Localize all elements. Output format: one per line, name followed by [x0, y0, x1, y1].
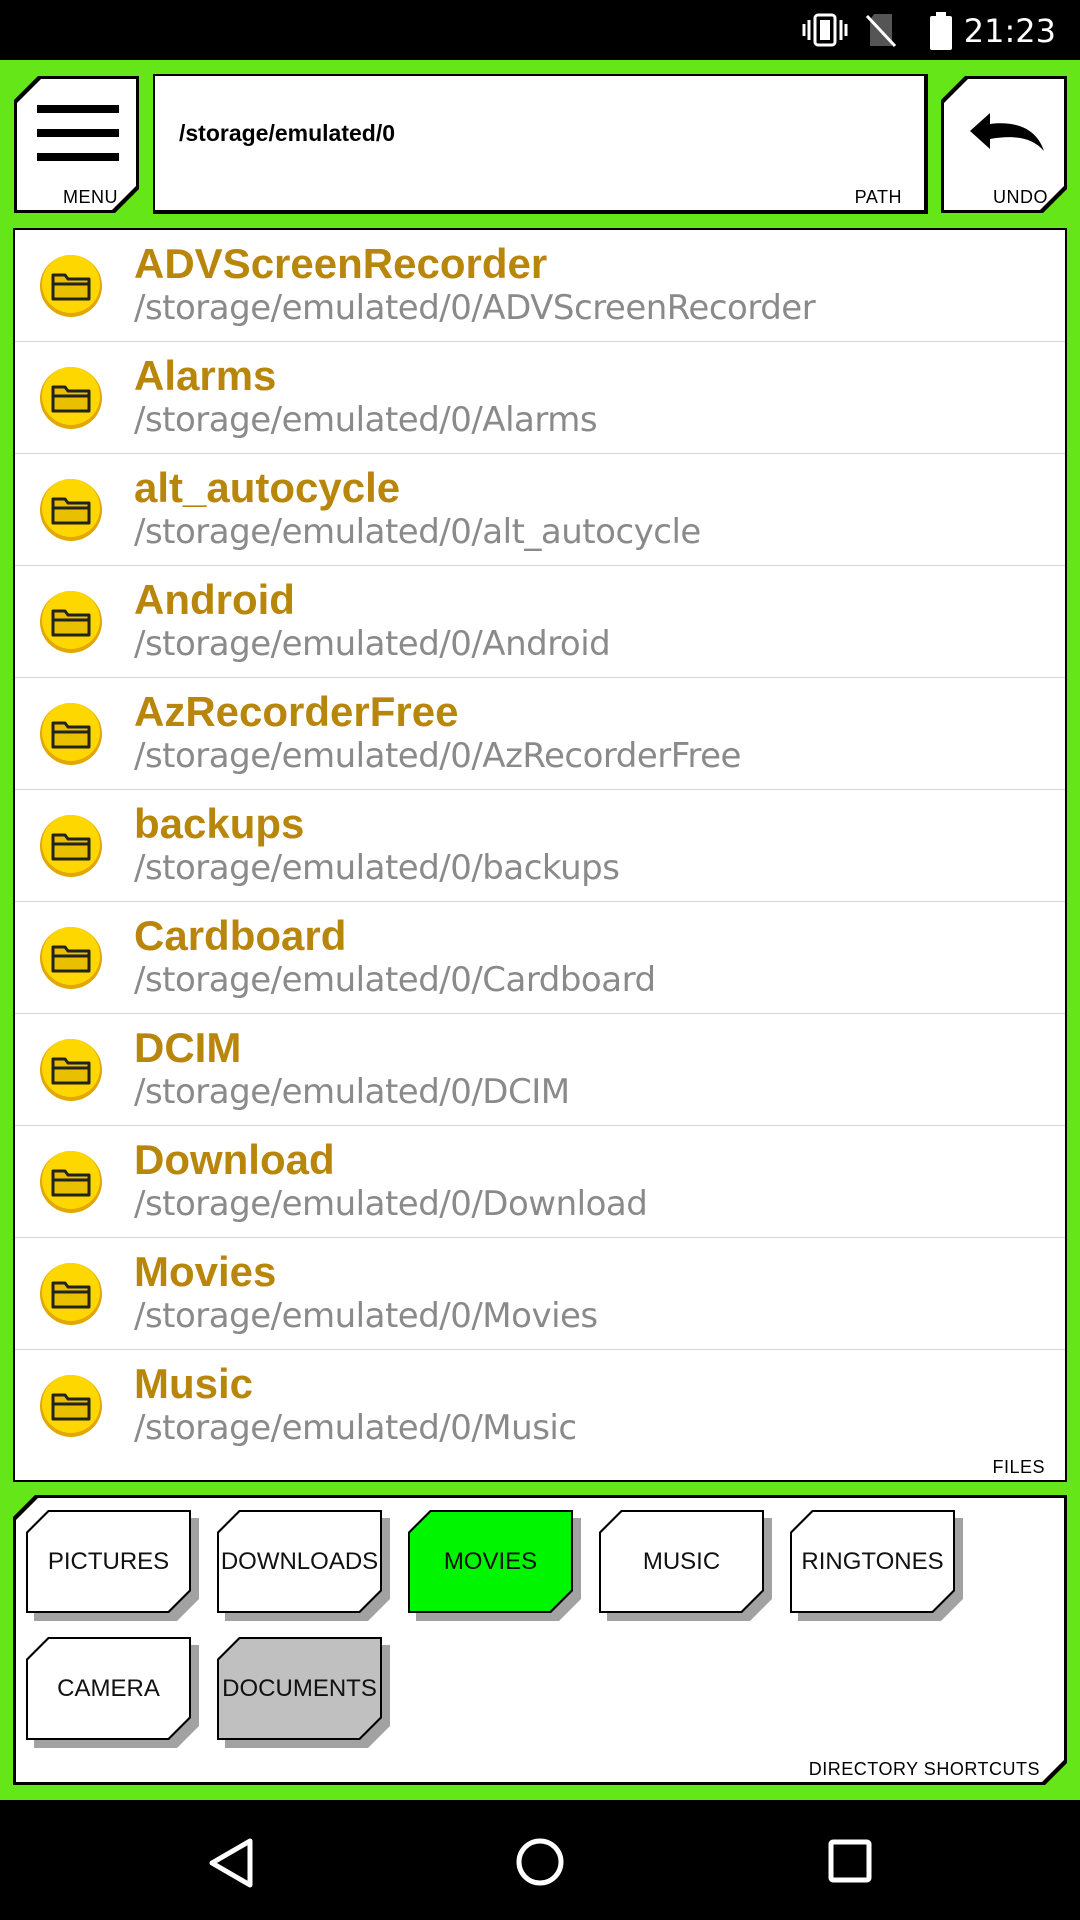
- vibrate-icon: [802, 13, 848, 47]
- folder-icon: [40, 1375, 102, 1437]
- file-row[interactable]: Download/storage/emulated/0/Download: [15, 1126, 1065, 1238]
- folder-name: DCIM: [134, 1024, 242, 1071]
- folder-name: AzRecorderFree: [134, 688, 459, 735]
- folder-name: ADVScreenRecorder: [134, 240, 548, 287]
- file-row[interactable]: Music/storage/emulated/0/Music: [15, 1350, 1065, 1462]
- shortcut-button-movies[interactable]: MOVIES: [408, 1510, 573, 1613]
- files-label: FILES: [992, 1457, 1045, 1477]
- folder-name: backups: [134, 800, 305, 847]
- button-face: PICTURES: [26, 1510, 191, 1613]
- folder-path: /storage/emulated/0/Alarms: [134, 400, 598, 440]
- folder-icon: [40, 591, 102, 653]
- folder-path: /storage/emulated/0/Android: [134, 624, 611, 664]
- path-value: /storage/emulated/0: [179, 120, 396, 146]
- folder-name: Android: [134, 576, 295, 623]
- menu-label: MENU: [63, 187, 118, 207]
- file-row[interactable]: AzRecorderFree/storage/emulated/0/AzReco…: [15, 678, 1065, 790]
- path-box[interactable]: /storage/emulated/0 PATH: [153, 74, 928, 214]
- undo-label: UNDO: [993, 187, 1048, 207]
- clock: 21:23: [963, 12, 1056, 50]
- folder-name: alt_autocycle: [134, 464, 401, 511]
- folder-path: /storage/emulated/0/backups: [134, 848, 620, 888]
- home-icon[interactable]: [515, 1837, 565, 1887]
- file-row[interactable]: alt_autocycle/storage/emulated/0/alt_aut…: [15, 454, 1065, 566]
- shortcut-label: MOVIES: [410, 1512, 571, 1611]
- folder-path: /storage/emulated/0/Download: [134, 1184, 648, 1224]
- shortcut-label: CAMERA: [28, 1639, 189, 1738]
- button-face: MOVIES: [408, 1510, 573, 1613]
- shortcut-button-downloads[interactable]: DOWNLOADS: [217, 1510, 382, 1613]
- shortcut-button-pictures[interactable]: PICTURES: [26, 1510, 191, 1613]
- button-face: MUSIC: [599, 1510, 764, 1613]
- file-row[interactable]: DCIM/storage/emulated/0/DCIM: [15, 1014, 1065, 1126]
- button-face: CAMERA: [26, 1637, 191, 1740]
- folder-path: /storage/emulated/0/ADVScreenRecorder: [134, 288, 816, 328]
- folder-name: Alarms: [134, 352, 277, 399]
- recents-icon[interactable]: [828, 1839, 872, 1883]
- shortcut-label: MUSIC: [601, 1512, 762, 1611]
- no-sim-icon: [866, 14, 896, 48]
- file-row[interactable]: Cardboard/storage/emulated/0/Cardboard: [15, 902, 1065, 1014]
- path-label: PATH: [854, 187, 902, 207]
- directory-shortcuts-panel: DIRECTORY SHORTCUTS PICTURES DOWNLOADS MOV…: [13, 1495, 1067, 1785]
- folder-path: /storage/emulated/0/Movies: [134, 1296, 598, 1336]
- file-row[interactable]: backups/storage/emulated/0/backups: [15, 790, 1065, 902]
- folder-icon: [40, 1263, 102, 1325]
- folder-path: /storage/emulated/0/alt_autocycle: [134, 512, 701, 552]
- button-face: DOWNLOADS: [217, 1510, 382, 1613]
- file-row[interactable]: Movies/storage/emulated/0/Movies: [15, 1238, 1065, 1350]
- shortcut-label: DOCUMENTS: [219, 1639, 380, 1738]
- folder-icon: [40, 1151, 102, 1213]
- back-icon[interactable]: [208, 1838, 254, 1888]
- folder-icon: [40, 815, 102, 877]
- folder-path: /storage/emulated/0/Cardboard: [134, 960, 656, 1000]
- navigation-bar: [0, 1800, 1080, 1920]
- folder-icon: [40, 1039, 102, 1101]
- shortcut-label: RINGTONES: [792, 1512, 953, 1611]
- shortcut-label: DOWNLOADS: [219, 1512, 380, 1611]
- folder-icon: [40, 367, 102, 429]
- file-list[interactable]: ADVScreenRecorder/storage/emulated/0/ADV…: [15, 230, 1065, 1458]
- folder-name: Download: [134, 1136, 335, 1183]
- shortcut-button-documents[interactable]: DOCUMENTS: [217, 1637, 382, 1740]
- button-face: DOCUMENTS: [217, 1637, 382, 1740]
- folder-name: Music: [134, 1360, 254, 1407]
- button-face: RINGTONES: [790, 1510, 955, 1613]
- folder-icon: [40, 479, 102, 541]
- folder-name: Cardboard: [134, 912, 347, 959]
- file-row[interactable]: Android/storage/emulated/0/Android: [15, 566, 1065, 678]
- shortcut-button-camera[interactable]: CAMERA: [26, 1637, 191, 1740]
- battery-icon: [930, 12, 952, 50]
- folder-name: Movies: [134, 1248, 277, 1295]
- shortcut-button-music[interactable]: MUSIC: [599, 1510, 764, 1613]
- folder-icon: [40, 703, 102, 765]
- file-row[interactable]: ADVScreenRecorder/storage/emulated/0/ADV…: [15, 230, 1065, 342]
- shortcut-button-ringtones[interactable]: RINGTONES: [790, 1510, 955, 1613]
- undo-button[interactable]: UNDO: [941, 76, 1067, 213]
- undo-icon: [964, 109, 1048, 157]
- file-row[interactable]: Alarms/storage/emulated/0/Alarms: [15, 342, 1065, 454]
- directory-shortcuts-label: DIRECTORY SHORTCUTS: [808, 1759, 1040, 1779]
- shortcut-label: PICTURES: [28, 1512, 189, 1611]
- folder-path: /storage/emulated/0/AzRecorderFree: [134, 736, 741, 776]
- files-panel: ADVScreenRecorder/storage/emulated/0/ADV…: [13, 228, 1067, 1482]
- folder-icon: [40, 927, 102, 989]
- folder-path: /storage/emulated/0/Music: [134, 1408, 577, 1448]
- status-bar: 21:23: [0, 0, 1080, 60]
- menu-button[interactable]: MENU: [14, 76, 139, 213]
- folder-icon: [40, 255, 102, 317]
- hamburger-icon: [37, 105, 119, 161]
- folder-path: /storage/emulated/0/DCIM: [134, 1072, 570, 1112]
